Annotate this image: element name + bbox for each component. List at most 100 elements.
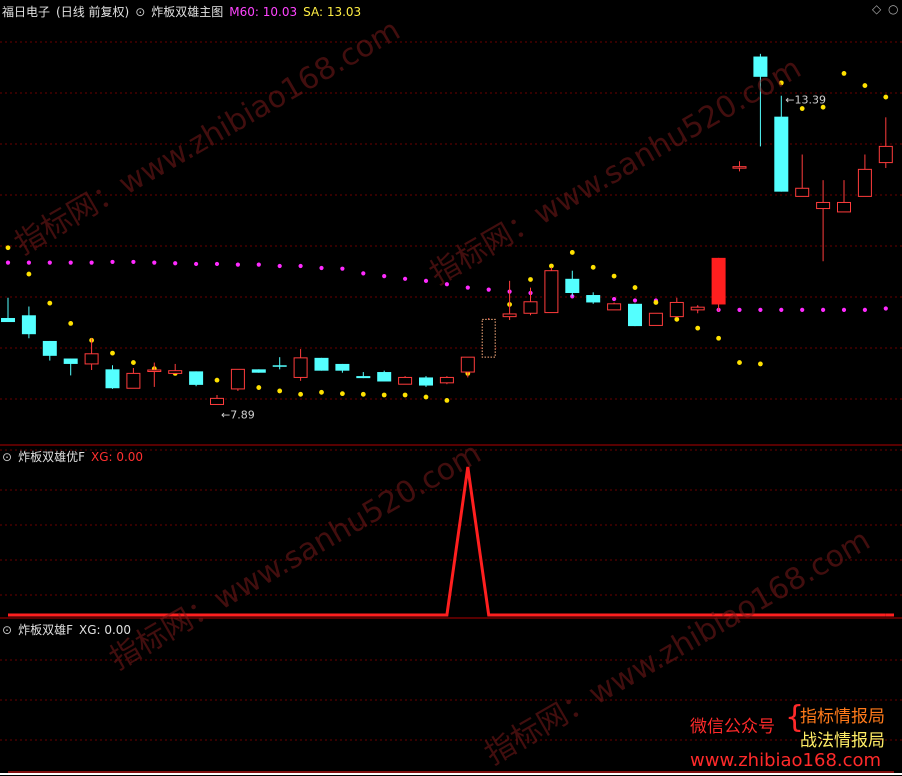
ad-url: www.zhibiao168.com [690,750,882,771]
sa-point [611,273,617,279]
sa-point [716,335,721,341]
m60-point [382,274,387,279]
sa-point [758,361,763,367]
m60-point [361,271,366,276]
sub2-title[interactable]: 炸板双雄F [18,623,73,637]
m60-point [465,285,470,290]
m60-point [152,260,157,265]
sa-point [5,245,11,251]
sa-point [528,277,533,282]
circle-chevron-down-icon[interactable]: ⊙ [2,623,12,637]
m60-point [298,263,303,269]
sa-point [298,391,303,397]
m60-point [800,307,805,312]
sa-point [674,316,680,322]
sub-chart-1-header: ⊙ 炸板双雄优F XG: 0.00 [2,448,149,465]
sa-point [841,71,847,76]
candle-body [669,301,684,318]
circle-icon[interactable]: ○ [888,2,898,16]
candle-body [628,303,642,327]
sa-point [381,392,387,398]
sa-point [569,250,575,255]
m60-point [821,307,826,312]
sa-point [862,83,868,88]
candle-body [272,365,287,367]
m60-point [486,287,491,292]
sa-point [68,320,74,326]
sa-point [632,285,638,290]
candle-body [21,315,36,335]
sa-point [402,392,408,398]
sa-point [423,394,429,400]
candle-body [42,340,57,356]
sa-point [444,398,450,403]
m60-point [319,265,324,271]
m60-point [235,262,240,267]
candle-body [732,166,747,169]
sa-point [26,271,32,277]
candle-body [105,369,120,389]
ad-line1: 指标情报局 [800,707,885,727]
circle-chevron-down-icon[interactable]: ⊙ [2,450,12,464]
m60-point [5,260,11,265]
main-indicator-title[interactable]: 炸板双雄主图 [151,5,223,19]
m60-point [214,261,220,267]
sa-point [883,94,889,100]
candle-body [398,376,413,385]
candle-body [523,301,538,314]
sa-point [131,360,136,365]
m60-point [883,306,888,311]
ad-line2: 战法情报局 [800,731,885,751]
price-annotation: ←7.89 [221,408,255,421]
candle-body [439,376,454,384]
sa-point [737,360,742,365]
candle-body [648,312,663,326]
candle-body [63,358,78,364]
sub1-title[interactable]: 炸板双雄优F [18,450,85,464]
m60-point [737,307,742,312]
candle-body [837,201,851,213]
candle-body [1,317,15,323]
m60-point [340,266,345,271]
m60-point [110,259,115,265]
m60-point [256,262,261,267]
m60-point [779,307,784,312]
diamond-icon[interactable]: ◇ [872,2,881,16]
candle-body [607,303,622,311]
sa-point [256,385,262,390]
candle-body [502,313,517,318]
sa-point [799,106,805,111]
m60-point [632,298,638,303]
candle-body [189,371,204,385]
candle-body [774,116,789,192]
m60-point [194,261,199,267]
candle-body [377,372,392,382]
sub1-xg-value: XG: 0.00 [90,450,144,464]
m60-value: M60: 10.03 [229,5,298,19]
sa-point [360,391,366,397]
candle-body [795,187,810,197]
m60-point [47,260,52,265]
m60-point [612,296,617,302]
candle-body [210,397,224,405]
candle-body [711,257,726,305]
period-label[interactable]: (日线 前复权) [56,5,129,19]
circle-chevron-down-icon[interactable]: ⊙ [135,5,145,19]
stock-title[interactable]: 福日电子 [2,5,50,19]
candle-body [147,369,162,373]
candle-body [878,145,893,164]
m60-point [277,263,282,269]
main-chart-header: 福日电子 (日线 前复权) ⊙ 炸板双雄主图 M60: 10.03 SA: 13.03 [2,3,367,20]
candle-body [586,295,601,303]
candle-body [84,353,99,365]
candle-body [544,270,559,314]
m60-point [68,260,73,265]
candle-body [356,376,371,379]
m60-point [841,307,847,312]
candle-body [690,306,705,311]
candle-body [565,278,580,293]
sa-point [695,325,701,331]
chart-window: ←13.39 ←7.89 福日电子 (日线 前复权) ⊙ 炸板双雄主图 M60: 10.0… [0,0,902,776]
candle-body [126,372,141,389]
m60-point [403,276,408,281]
